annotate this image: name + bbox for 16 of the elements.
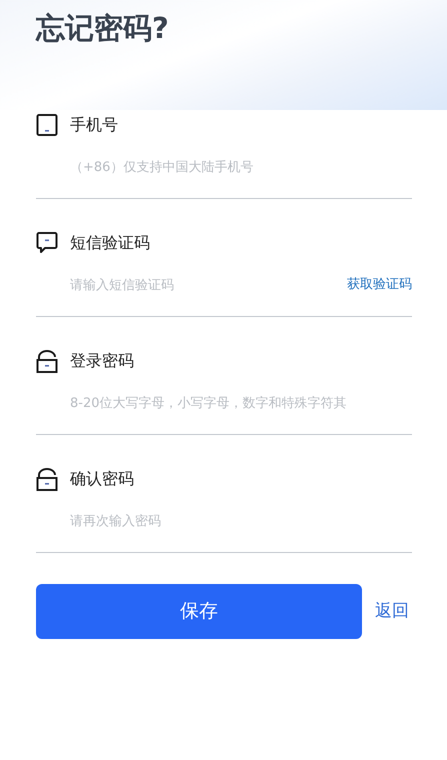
get-code-link[interactable]: 获取验证码 [339, 275, 412, 295]
input-field[interactable]: 8-20位大写字母，小写字母，数字和特殊字符其 [70, 388, 412, 418]
back-link[interactable]: 返回 [375, 598, 409, 624]
input-field[interactable]: 请输入短信验证码 [70, 270, 339, 300]
field-label: 手机号 [70, 114, 118, 136]
phone-icon [36, 113, 58, 137]
input-field[interactable]: 请再次输入密码 [70, 506, 412, 536]
lock-icon [36, 349, 58, 373]
save-button[interactable]: 保存 [36, 584, 362, 639]
input-field[interactable]: （+86）仅支持中国大陆手机号 [70, 152, 412, 182]
field-label: 确认密码 [70, 468, 134, 490]
chat-bubble-icon [36, 231, 58, 255]
lock-icon [36, 467, 58, 491]
field-label: 登录密码 [70, 350, 134, 372]
field-label: 短信验证码 [70, 232, 150, 254]
page-title: 忘记密码? [36, 10, 170, 47]
